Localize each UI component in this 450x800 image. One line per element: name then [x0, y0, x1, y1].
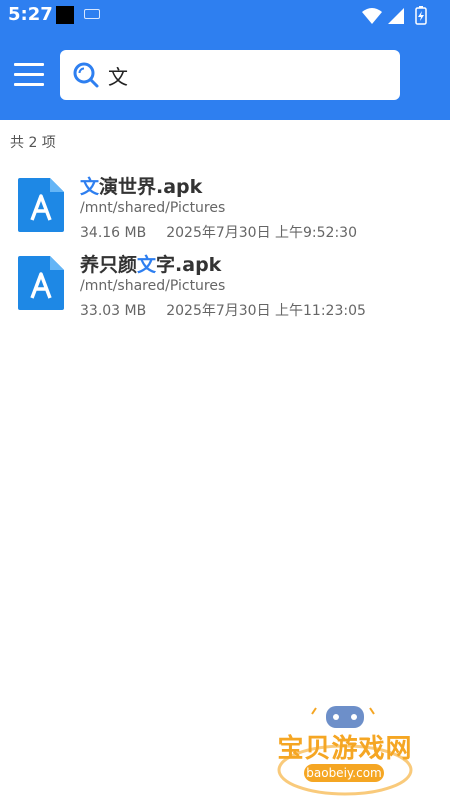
signal-icon [388, 8, 404, 24]
app-bar: 5:27 [0, 0, 450, 120]
watermark-title: 宝贝游戏网 [277, 734, 413, 764]
file-name-rest: 演世界.apk [99, 176, 203, 198]
file-date: 2025年7月30日 上午9:52:30 [166, 225, 357, 241]
watermark: 宝贝游戏网 baobeiy.com [270, 700, 420, 796]
file-name: 养只颜文字.apk [80, 250, 221, 277]
file-name-before: 养只颜 [80, 254, 138, 276]
list-item[interactable]: 养只颜文字.apk /mnt/shared/Pictures 33.03 MB 2… [0, 248, 450, 322]
file-name: 文演世界.apk [80, 172, 202, 199]
menu-icon [14, 63, 44, 66]
file-name-highlight: 文 [80, 176, 100, 198]
list-item[interactable]: 文演世界.apk /mnt/shared/Pictures 34.16 MB 20… [0, 170, 450, 244]
apk-file-icon [18, 178, 64, 232]
status-icons [362, 6, 427, 25]
apk-file-icon [18, 256, 64, 310]
file-date: 2025年7月30日 上午11:23:05 [166, 303, 366, 319]
keyboard-icon [84, 9, 100, 19]
result-count: 共 2 项 [10, 135, 56, 151]
status-time: 5:27 [8, 4, 53, 25]
file-path: /mnt/shared/Pictures [80, 200, 226, 216]
search-box[interactable] [60, 50, 400, 100]
file-size: 34.16 MB [80, 225, 147, 241]
search-icon [73, 62, 99, 88]
file-meta: 34.16 MB 2025年7月30日 上午9:52:30 [80, 222, 357, 242]
battery-icon [415, 6, 427, 25]
wifi-icon [362, 8, 382, 24]
file-path: /mnt/shared/Pictures [80, 278, 226, 294]
watermark-url: baobeiy.com [304, 764, 384, 782]
file-size: 33.03 MB [80, 303, 147, 319]
file-name-highlight: 文 [137, 254, 157, 276]
file-name-after: 字.apk [156, 254, 222, 276]
notification-app-icon [56, 6, 74, 24]
status-bar: 5:27 [0, 0, 450, 32]
menu-button[interactable] [14, 60, 46, 90]
search-input[interactable] [108, 50, 392, 100]
file-meta: 33.03 MB 2025年7月30日 上午11:23:05 [80, 300, 366, 320]
